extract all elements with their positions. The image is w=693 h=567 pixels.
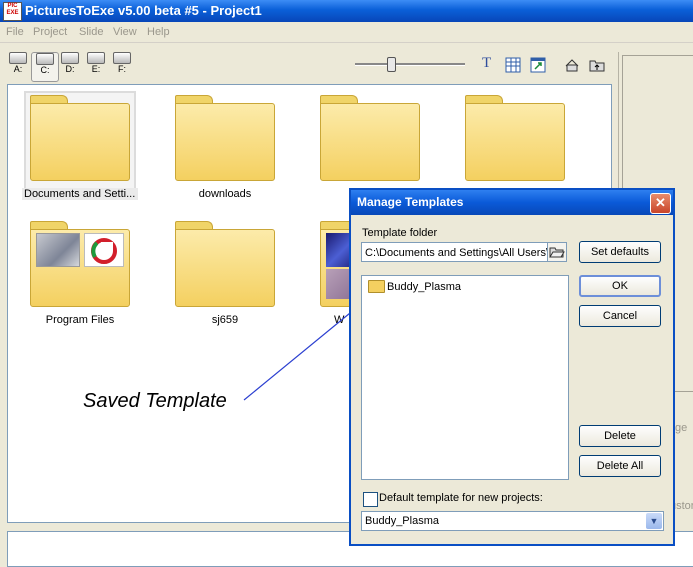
annotation-label: Saved Template [83,390,227,412]
default-template-select[interactable]: Buddy_Plasma ▼ [361,511,664,531]
cancel-button[interactable]: Cancel [579,305,661,327]
close-button[interactable]: ✕ [650,193,671,214]
template-folder-label: Template folder [362,227,438,239]
ok-button[interactable]: OK [579,275,661,297]
set-defaults-button[interactable]: Set defaults [579,241,661,263]
list-item[interactable]: Buddy_Plasma [368,280,461,293]
chevron-down-icon[interactable]: ▼ [646,513,662,529]
close-icon: ✕ [655,195,666,210]
template-list[interactable]: Buddy_Plasma [361,275,569,480]
delete-all-button[interactable]: Delete All [579,455,661,477]
template-folder-input[interactable]: C:\Documents and Settings\All Users\ [361,242,549,262]
default-template-label: Default template for new projects: [379,492,543,504]
open-folder-icon [549,247,565,258]
default-template-checkbox[interactable] [363,492,378,507]
dialog-title: Manage Templates [357,195,464,209]
template-name: Buddy_Plasma [387,281,461,293]
selected-template: Buddy_Plasma [365,515,439,527]
folder-icon [368,280,385,293]
delete-button[interactable]: Delete [579,425,661,447]
manage-templates-dialog: Manage Templates ✕ Template folder C:\Do… [349,188,675,546]
browse-folder-button[interactable] [547,242,567,262]
dialog-title-bar[interactable]: Manage Templates ✕ [351,190,673,215]
